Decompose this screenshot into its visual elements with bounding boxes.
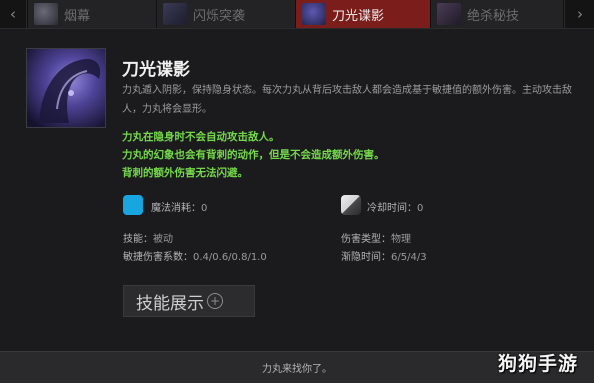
- note-line: 力丸在隐身时不会自动攻击敌人。: [122, 131, 280, 143]
- ability-type-stat: 技能：被动: [123, 234, 173, 245]
- note-line: 力丸的幻象也会有背刺的动作，但是不会造成额外伤害。: [122, 149, 385, 161]
- mana-cost-stat: 魔法消耗：0: [151, 203, 208, 214]
- tab-smoke[interactable]: 烟幕: [28, 0, 157, 28]
- blink-strike-icon: [163, 3, 187, 25]
- mana-cost-icon: [123, 195, 143, 215]
- tab-blur[interactable]: 刀光谍影: [296, 0, 431, 28]
- skill-demo-label: 技能展示: [136, 293, 204, 314]
- tab-label: 烟幕: [64, 8, 91, 24]
- plus-circle-icon: +: [207, 293, 223, 309]
- damage-type-stat: 伤害类型：物理: [341, 234, 411, 245]
- skill-demo-button[interactable]: 技能展示 +: [123, 285, 255, 317]
- skill-tab-bar: ‹ 烟幕 闪烁突袭 刀光谍影 绝杀秘技 ›: [0, 0, 594, 29]
- tab-next-arrow-icon[interactable]: ›: [564, 0, 594, 28]
- site-watermark: 狗狗手游: [498, 353, 579, 375]
- backstab-icon: [437, 3, 461, 25]
- tab-label: 闪烁突袭: [193, 8, 246, 24]
- tab-label: 绝杀秘技: [467, 8, 520, 24]
- cooldown-stat: 冷却时间：0: [367, 203, 424, 214]
- agility-damage-stat: 敏捷伤害系数：0.4/0.6/0.8/1.0: [123, 252, 267, 263]
- skill-notes: 力丸在隐身时不会自动攻击敌人。 力丸的幻象也会有背刺的动作，但是不会造成额外伤害…: [122, 128, 385, 182]
- riki-portrait-icon: [26, 48, 106, 128]
- tab-blink-strike[interactable]: 闪烁突袭: [157, 0, 296, 28]
- tab-backstab[interactable]: 绝杀秘技: [431, 0, 564, 28]
- smoke-icon: [34, 3, 58, 25]
- tab-prev-arrow-icon[interactable]: ‹: [0, 0, 27, 28]
- note-line: 背刺的额外伤害无法闪避。: [122, 167, 248, 179]
- fade-time-stat: 渐隐时间：6/5/4/3: [341, 252, 427, 263]
- skill-description: 力丸遁入阴影，保持隐身状态。每次力丸从背后攻击敌人都会造成基于敏捷值的额外伤害。…: [122, 85, 572, 115]
- skill-title: 刀光谍影: [122, 60, 190, 80]
- cooldown-icon: [341, 195, 361, 215]
- tab-label: 刀光谍影: [332, 8, 385, 24]
- hero-quote: 力丸来找你了。: [262, 364, 332, 375]
- blur-icon: [302, 3, 326, 25]
